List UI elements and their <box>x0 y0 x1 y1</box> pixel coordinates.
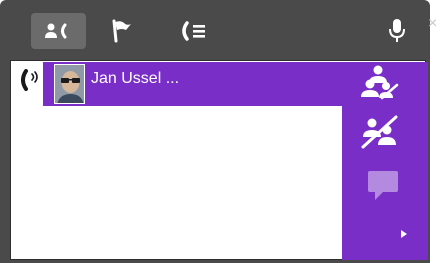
remove-contact-button[interactable] <box>360 114 400 155</box>
expand-button[interactable] <box>399 227 409 245</box>
avatar <box>54 64 85 104</box>
tab-call-list[interactable] <box>172 13 216 49</box>
active-call-row[interactable] <box>43 62 342 106</box>
tab-contacts[interactable] <box>31 13 86 49</box>
remove-contact-icon <box>361 115 398 149</box>
chat-bubble-icon <box>368 171 398 200</box>
tab-flags[interactable] <box>101 13 141 49</box>
contacts-phone-icon <box>44 23 66 39</box>
close-icon[interactable]: × <box>428 16 437 32</box>
chat-button[interactable] <box>367 170 399 207</box>
avatar-photo <box>55 65 84 103</box>
transfer-contact-button[interactable] <box>360 64 400 105</box>
flag-icon <box>112 19 131 43</box>
toolbar: × <box>0 0 437 58</box>
call-list-icon <box>182 21 205 41</box>
microphone-icon <box>389 19 405 42</box>
transfer-contact-icon <box>361 65 399 100</box>
microphone-button[interactable] <box>383 13 411 49</box>
contact-name: Jan Ussel ... <box>91 70 180 87</box>
phone-ringing-icon <box>18 68 40 97</box>
expand-arrow-icon <box>401 230 407 238</box>
